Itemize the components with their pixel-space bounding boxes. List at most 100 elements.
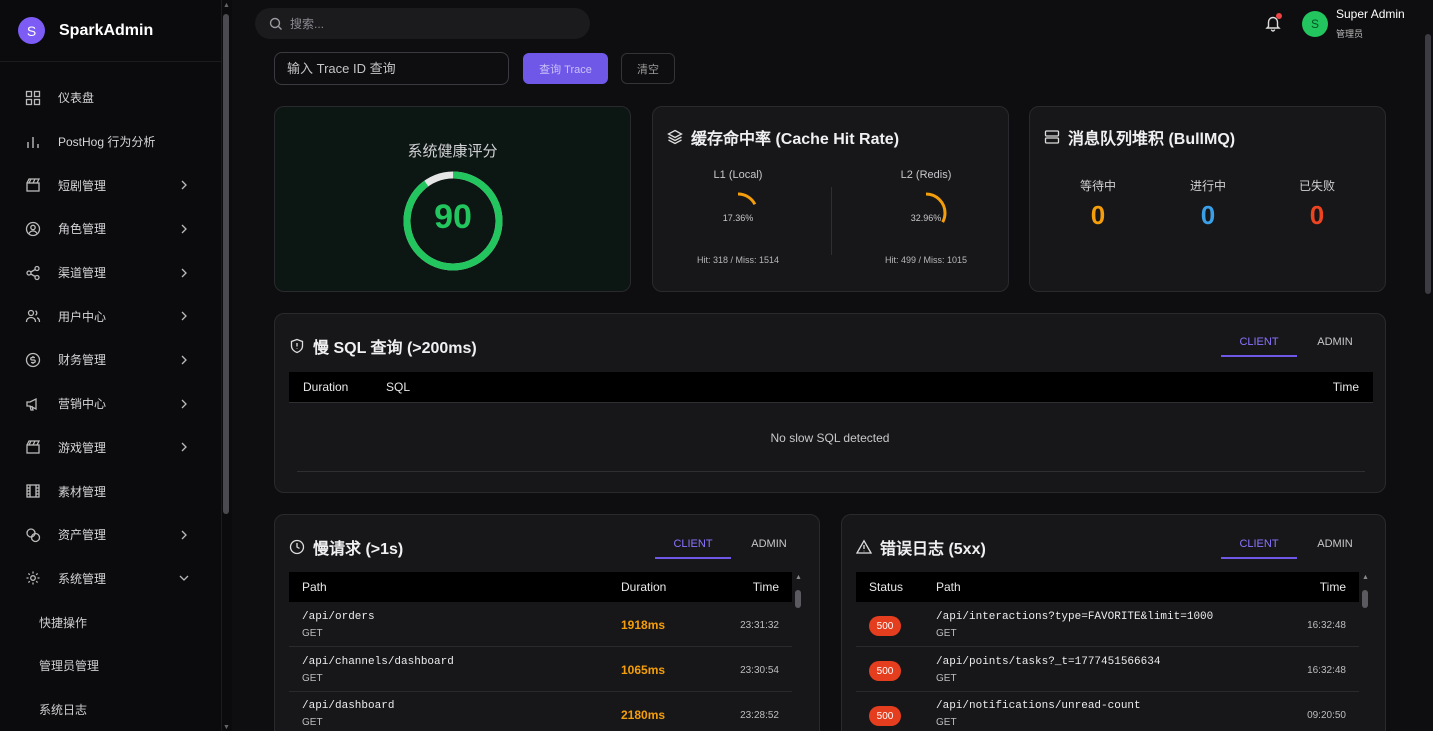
status-badge: 500 (869, 661, 901, 681)
error-time: 09:20:50 (1307, 710, 1346, 721)
slow-sql-tabs: CLIENT ADMIN (1221, 327, 1373, 357)
search-box[interactable] (255, 8, 590, 39)
clock-icon (289, 539, 305, 555)
sidebar-subitem-shortcuts[interactable]: 快捷操作 (0, 600, 221, 644)
sidebar-item-label: 财务管理 (58, 353, 107, 368)
request-duration: 2180ms (621, 708, 666, 722)
sidebar-item-system[interactable]: 系统管理 (0, 557, 221, 601)
user-role: 管理员 (1336, 29, 1364, 39)
scrollbar-thumb[interactable] (795, 590, 801, 608)
column-header-time[interactable]: Time (1320, 580, 1346, 594)
scroll-up-arrow-icon[interactable]: ▲ (795, 574, 802, 581)
tab-admin[interactable]: ADMIN (731, 529, 807, 559)
column-header-time[interactable]: Time (753, 580, 779, 594)
tab-client[interactable]: CLIENT (655, 529, 731, 559)
health-title: 系统健康评分 (407, 143, 498, 160)
sidebar-item-label: 短剧管理 (58, 178, 107, 193)
scroll-up-arrow-icon[interactable]: ▲ (223, 2, 230, 9)
table-row[interactable]: /api/channels/dashboard GET 1065ms 23:30… (289, 648, 792, 692)
chevron-right-icon (181, 442, 187, 452)
column-header-status[interactable]: Status (869, 580, 903, 594)
sidebar-item-games[interactable]: 游戏管理 (0, 426, 221, 470)
error-method: GET (936, 628, 957, 639)
cache-divider (831, 187, 832, 255)
request-duration: 1065ms (621, 663, 666, 677)
layers-icon (667, 129, 683, 145)
column-header-path[interactable]: Path (302, 580, 327, 594)
sidebar-item-label: 营销中心 (58, 397, 107, 412)
tab-client[interactable]: CLIENT (1221, 327, 1297, 357)
table-scrollbar[interactable]: ▲ (1360, 572, 1370, 731)
column-header-path[interactable]: Path (936, 580, 961, 594)
column-header-duration[interactable]: Duration (621, 580, 666, 594)
scrollbar-thumb[interactable] (1425, 34, 1431, 294)
error-time: 16:32:48 (1307, 620, 1346, 631)
scroll-up-arrow-icon[interactable]: ▲ (1362, 574, 1369, 581)
request-path: /api/orders (302, 611, 375, 623)
sidebar-item-drama[interactable]: 短剧管理 (0, 163, 221, 207)
table-scrollbar[interactable]: ▲ (793, 572, 803, 731)
tab-admin[interactable]: ADMIN (1297, 327, 1373, 357)
sidebar-item-assets[interactable]: 资产管理 (0, 513, 221, 557)
chevron-right-icon (181, 399, 187, 409)
slow-requests-tabs: CLIENT ADMIN (655, 529, 807, 559)
table-row[interactable]: 500 /api/points/tasks?_t=1777451566634 G… (856, 648, 1359, 692)
error-time: 16:32:48 (1307, 665, 1346, 676)
tab-client[interactable]: CLIENT (1221, 529, 1297, 559)
scrollbar-thumb[interactable] (1362, 590, 1368, 608)
table-row[interactable]: /api/orders GET 1918ms 23:31:32 (289, 603, 792, 647)
card-title: 慢请求 (>1s) (289, 535, 403, 559)
request-method: GET (302, 673, 323, 684)
column-header-time[interactable]: Time (1333, 380, 1359, 394)
sidebar-subitem-admins[interactable]: 管理员管理 (0, 644, 221, 688)
column-header-sql[interactable]: SQL (386, 380, 410, 394)
cache-l1-pct: 17.36% (722, 213, 754, 223)
coins-icon (25, 527, 41, 543)
sidebar-item-roles[interactable]: 角色管理 (0, 207, 221, 251)
sidebar-item-posthog[interactable]: PostHog 行为分析 (0, 120, 221, 164)
avatar[interactable]: S (1302, 11, 1328, 37)
table-row[interactable]: 500 /api/notifications/unread-count GET … (856, 693, 1359, 731)
megaphone-icon (25, 396, 41, 412)
user-name[interactable]: Super Admin (1336, 7, 1405, 21)
request-duration: 1918ms (621, 618, 666, 632)
sidebar-item-users[interactable]: 用户中心 (0, 294, 221, 338)
error-method: GET (936, 673, 957, 684)
film-icon (25, 483, 41, 499)
sidebar-item-dashboard[interactable]: 仪表盘 (0, 76, 221, 120)
sidebar-item-materials[interactable]: 素材管理 (0, 469, 221, 513)
search-input[interactable] (290, 16, 570, 31)
clear-button[interactable]: 清空 (621, 53, 675, 84)
sidebar-subitem-logs[interactable]: 系统日志 (0, 688, 221, 731)
table-row[interactable]: 500 /api/interactions?type=FAVORITE&limi… (856, 603, 1359, 647)
notifications-button[interactable] (1264, 13, 1282, 32)
sidebar-item-label: 素材管理 (58, 484, 107, 499)
sidebar-item-marketing[interactable]: 营销中心 (0, 382, 221, 426)
error-path: /api/interactions?type=FAVORITE&limit=10… (936, 611, 1214, 623)
table-row[interactable]: /api/dashboard GET 2180ms 23:28:52 (289, 693, 792, 731)
column-header-duration[interactable]: Duration (303, 380, 348, 394)
scroll-down-arrow-icon[interactable]: ▼ (223, 724, 230, 731)
topbar: S Super Admin 管理员 (232, 0, 1433, 46)
sidebar: S SparkAdmin 仪表盘 PostHog 行为分析 短剧管理 角色管理 … (0, 0, 222, 731)
divider (297, 471, 1365, 472)
query-trace-button[interactable]: 查询 Trace (523, 53, 608, 84)
scrollbar-thumb[interactable] (223, 14, 229, 514)
card-title: 慢 SQL 查询 (>200ms) (289, 334, 477, 358)
sidebar-item-channels[interactable]: 渠道管理 (0, 251, 221, 295)
main-scrollbar[interactable] (1423, 0, 1433, 731)
queue-failed: 已失败 0 (1267, 177, 1367, 231)
card-title: 消息队列堆积 (BullMQ) (1044, 125, 1235, 149)
gear-icon (25, 570, 41, 586)
sidebar-scrollbar[interactable]: ▲ ▼ (222, 0, 232, 731)
brand-logo: S (18, 17, 45, 44)
tab-admin[interactable]: ADMIN (1297, 529, 1373, 559)
users-icon (25, 308, 41, 324)
search-icon (269, 17, 282, 30)
sidebar-item-label: 系统管理 (58, 571, 107, 586)
sidebar-item-finance[interactable]: 财务管理 (0, 338, 221, 382)
share-icon (25, 265, 41, 281)
brand[interactable]: S SparkAdmin (0, 0, 221, 62)
request-method: GET (302, 628, 323, 639)
trace-id-input[interactable] (274, 52, 509, 85)
